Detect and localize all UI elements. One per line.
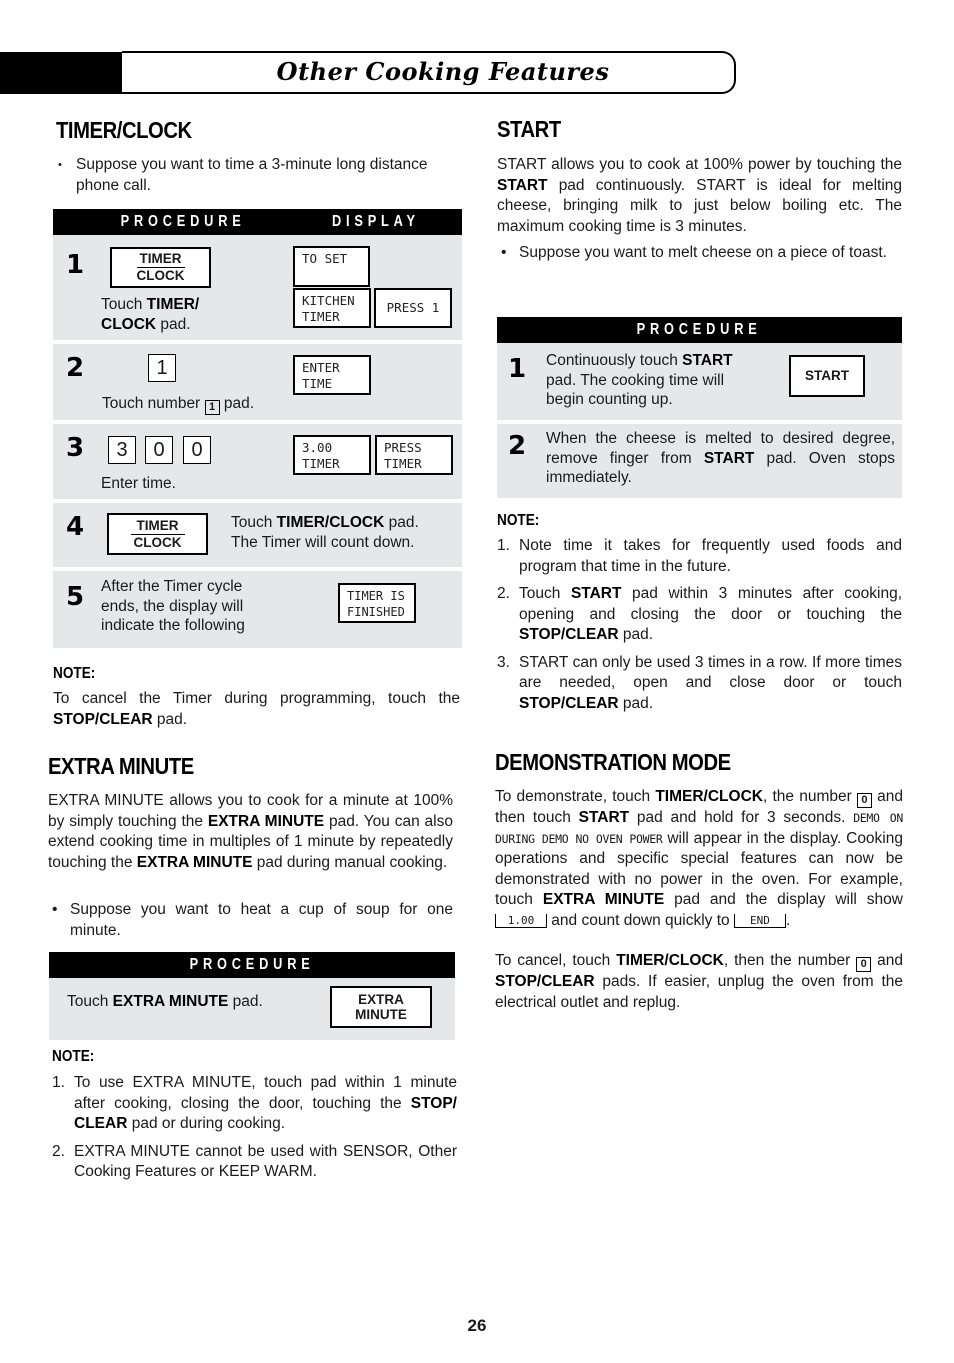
number-0-key[interactable]: 0 <box>183 436 211 464</box>
timer-clock-pad[interactable]: TIMER CLOCK <box>107 513 208 555</box>
bullet-dot: • <box>52 901 58 918</box>
start-notes: 1. Note time it takes for frequently used… <box>497 536 902 721</box>
timer-note-heading: NOTE: <box>53 665 96 682</box>
start-bullet: • Suppose you want to melt cheese on a p… <box>497 243 902 264</box>
step-instruction: Touch number 1 pad. <box>102 395 255 415</box>
step-number: 1 <box>508 354 527 384</box>
timer-step-3: 3 3 0 0 Enter time. 3.00 TIMER PRESS TIM… <box>53 424 462 499</box>
display-to-set: TO SET <box>293 246 370 287</box>
timer-step-2: 2 1 Touch number 1 pad. ENTER TIME <box>53 344 462 420</box>
step-instruction: Continuously touch START pad. The cookin… <box>546 352 733 408</box>
step-number: 4 <box>66 512 85 542</box>
extra-minute-pad[interactable]: EXTRA MINUTE <box>330 986 432 1028</box>
pad-label-bottom: CLOCK <box>136 268 185 283</box>
start-step-2: 2 When the cheese is melted to desired d… <box>497 424 902 498</box>
inline-key-0: 0 <box>856 793 872 808</box>
timer-step-4: 4 TIMER CLOCK Touch TIMER/CLOCK pad. The … <box>53 503 462 567</box>
step-instruction: Enter time. <box>101 475 176 492</box>
demo-mode-paragraph-1: To demonstrate, touch TIMER/CLOCK, the n… <box>495 788 904 929</box>
bullet-dot: • <box>58 159 62 171</box>
page-title: Other Cooking Features <box>276 57 610 87</box>
number-3-key[interactable]: 3 <box>108 436 136 464</box>
header-banner-block <box>0 52 124 94</box>
display-label: DISPLAY <box>331 212 420 230</box>
display-press-timer: PRESS TIMER <box>375 435 453 475</box>
extra-minute-bullet: • Suppose you want to heat a cup of soup… <box>52 901 453 939</box>
pad-label-top: TIMER <box>136 517 179 533</box>
timer-note-text: To cancel the Timer during programming, … <box>53 690 460 728</box>
start-procedure-header: PROCEDURE <box>497 317 902 343</box>
timer-step-1: 1 TIMER CLOCK Touch TIMER/ CLOCK pad. TO… <box>53 235 462 340</box>
extra-minute-step: Touch EXTRA MINUTE pad. EXTRA MINUTE <box>49 978 455 1040</box>
note-item: 2. Touch START pad within 3 minutes after… <box>497 585 903 643</box>
bullet-text: Suppose you want to time a 3-minute long… <box>76 156 428 194</box>
timer-clock-bullet: • Suppose you want to time a 3-minute lo… <box>54 155 462 196</box>
extra-minute-note-heading: NOTE: <box>52 1048 95 1065</box>
timer-clock-pad[interactable]: TIMER CLOCK <box>110 247 211 288</box>
inline-key-1: 1 <box>204 400 220 415</box>
step-instruction: Touch TIMER/CLOCK pad. The Timer will cou… <box>231 514 419 551</box>
inline-display-end: END <box>733 913 786 928</box>
display-timer-finished: TIMER IS FINISHED <box>338 583 416 623</box>
step-instruction: After the Timer cycle ends, the display … <box>101 578 245 634</box>
start-description: START allows you to cook at 100% power b… <box>497 156 902 235</box>
note-item: 2. EXTRA MINUTE cannot be used with SENSO… <box>52 1142 457 1181</box>
extra-minute-heading: EXTRA MINUTE <box>48 753 194 779</box>
step-instruction: When the cheese is melted to desired deg… <box>546 430 895 486</box>
start-pad[interactable]: START <box>789 355 865 397</box>
number-0-key[interactable]: 0 <box>145 436 173 464</box>
step-number: 2 <box>66 353 85 383</box>
display-3-00-timer: 3.00 TIMER <box>293 435 371 475</box>
start-heading: START <box>497 116 561 142</box>
inline-key-0: 0 <box>856 957 872 972</box>
number-1-key[interactable]: 1 <box>148 354 176 382</box>
inline-display-1-00: 1.00 <box>495 913 547 928</box>
pad-label-bottom: CLOCK <box>130 533 185 551</box>
step-instruction: Touch EXTRA MINUTE pad. <box>67 993 263 1010</box>
step-number: 1 <box>66 250 85 280</box>
step-number: 5 <box>66 582 85 612</box>
step-number: 3 <box>66 433 85 463</box>
start-note-heading: NOTE: <box>497 512 540 529</box>
bullet-dot: • <box>501 244 507 261</box>
note-item: 1. Note time it takes for frequently used… <box>497 537 902 575</box>
display-enter-time: ENTER TIME <box>293 355 371 395</box>
demo-mode-paragraph-2: To cancel, touch TIMER/CLOCK, then the n… <box>495 952 903 1011</box>
step-instruction: Touch TIMER/ CLOCK pad. <box>101 296 200 333</box>
extra-minute-description: EXTRA MINUTE allows you to cook for a mi… <box>48 792 453 871</box>
demo-mode-heading: DEMONSTRATION MODE <box>495 749 731 775</box>
note-item: 1. To use EXTRA MINUTE, touch pad within … <box>52 1074 457 1132</box>
procedure-label: PROCEDURE <box>120 212 246 230</box>
pad-label-top: TIMER <box>136 251 185 268</box>
note-item: 3. START can only be used 3 times in a ro… <box>497 653 902 712</box>
display-press-1: PRESS 1 <box>374 288 452 328</box>
display-kitchen-timer: KITCHEN TIMER <box>293 288 371 328</box>
step-number: 2 <box>508 431 527 461</box>
header-banner: Other Cooking Features <box>122 51 736 94</box>
timer-clock-heading: TIMER/CLOCK <box>56 117 192 143</box>
extra-minute-procedure-header: PROCEDURE <box>49 952 455 978</box>
page-number: 26 <box>467 1316 487 1335</box>
procedure-display-header: PROCEDURE DISPLAY <box>53 209 462 235</box>
extra-minute-notes: 1. To use EXTRA MINUTE, touch pad within … <box>52 1073 457 1190</box>
start-step-1: 1 Continuously touch START pad. The cook… <box>497 343 902 420</box>
timer-step-5: 5 After the Timer cycle ends, the displa… <box>53 571 462 648</box>
